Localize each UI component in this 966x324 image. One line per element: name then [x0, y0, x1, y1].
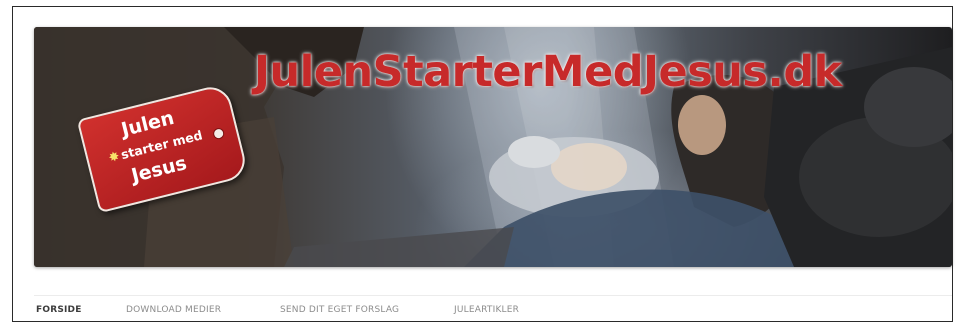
header-banner: JulenStarterMedJesus.dk Julen ✸starter m…: [34, 27, 952, 267]
site-title[interactable]: JulenStarterMedJesus.dk: [254, 47, 842, 97]
nav-item-download-medier[interactable]: DOWNLOAD MEDIER: [126, 305, 221, 315]
nav-item-julartikler[interactable]: JULEARTIKLER: [454, 305, 519, 315]
star-icon: ✸: [107, 149, 122, 167]
nav-item-send-dit-eget-forslag[interactable]: SEND DIT EGET FORSLAG: [280, 305, 399, 315]
main-navigation: FORSIDE DOWNLOAD MEDIER SEND DIT EGET FO…: [34, 295, 952, 320]
nav-item-forside[interactable]: FORSIDE: [36, 305, 82, 315]
